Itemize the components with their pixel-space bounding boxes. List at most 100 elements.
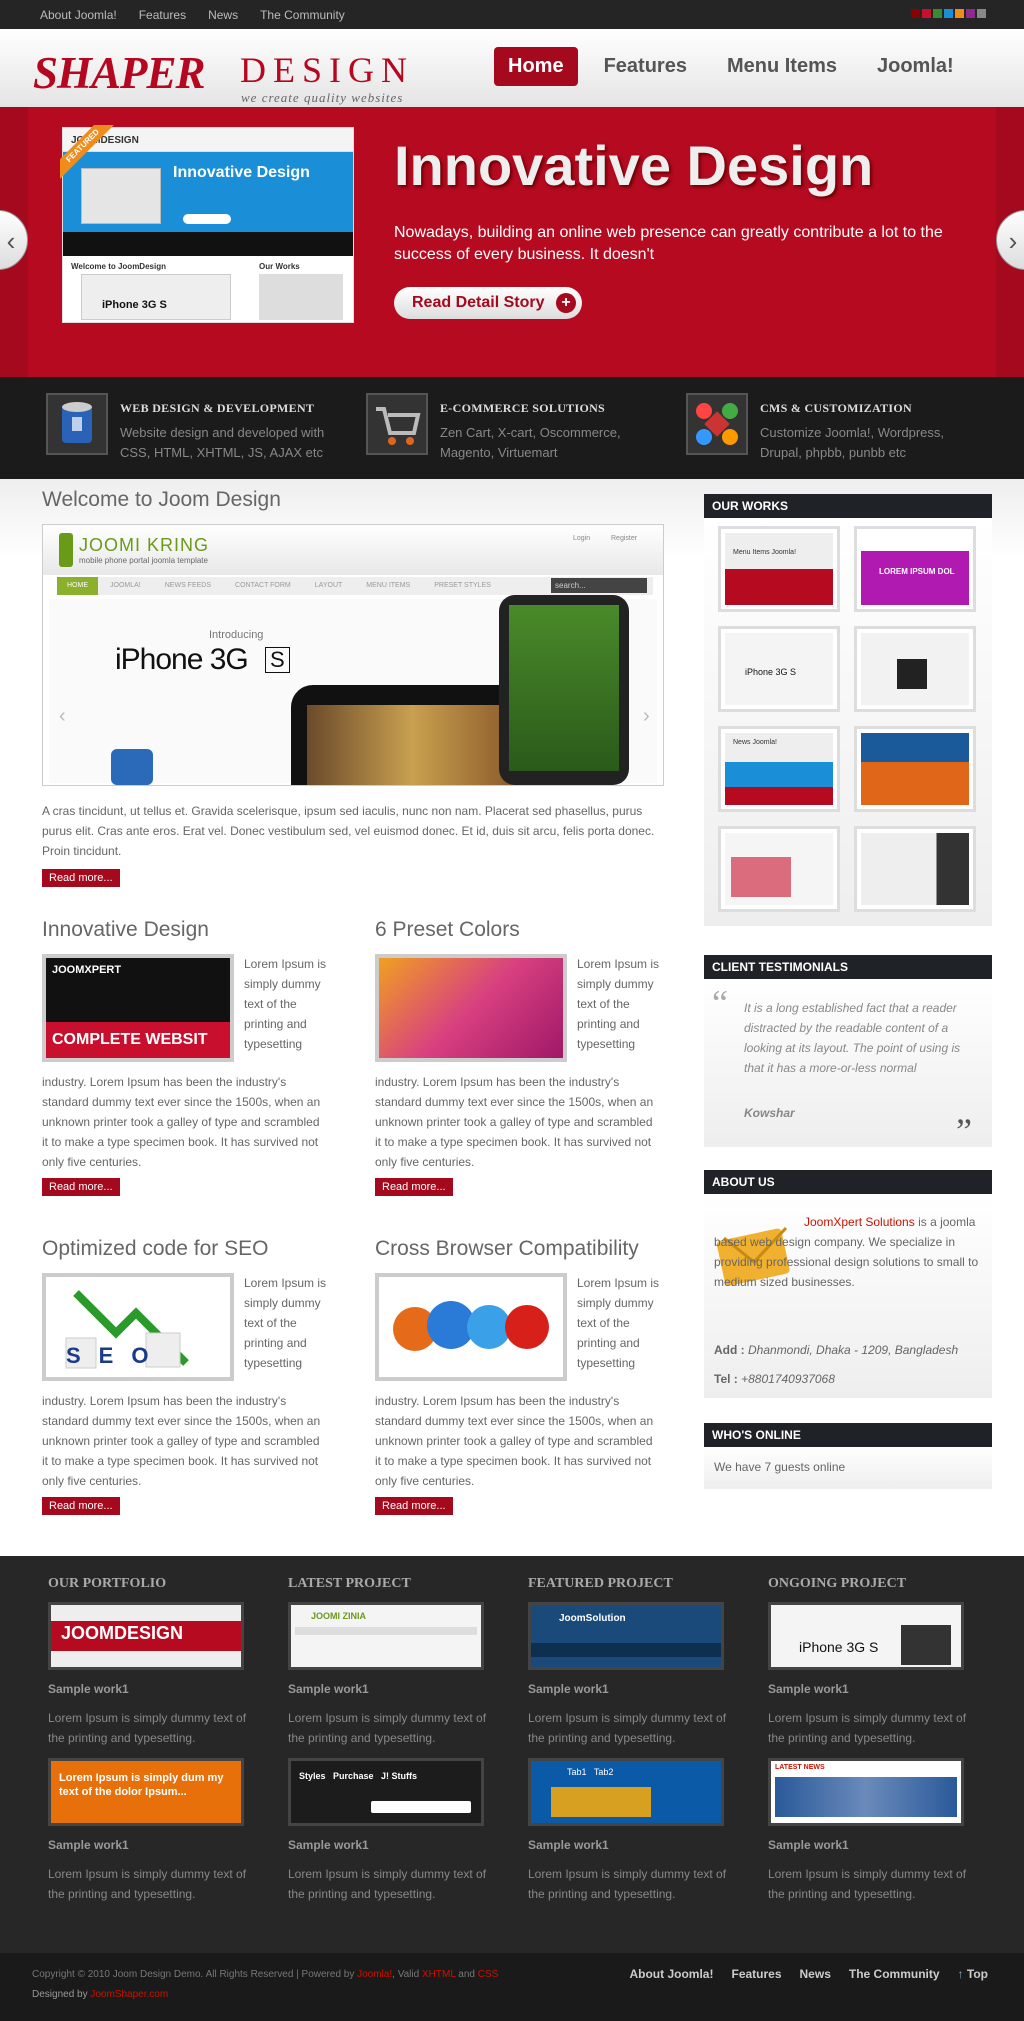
service-cms[interactable]: CMS & CUSTOMIZATION Customize Joomla!, W… — [686, 393, 986, 463]
shot-welcome: Welcome to JoomDesign — [71, 262, 166, 271]
browsers-thumb[interactable] — [375, 1273, 567, 1381]
site-logo[interactable]: SHAPER DESIGN we create quality websites — [33, 47, 423, 105]
footer-link-features[interactable]: Features — [731, 1967, 781, 1981]
footer-thumb[interactable]: iPhone 3G S — [768, 1602, 964, 1670]
footer-item-name[interactable]: Sample work1 — [768, 1838, 849, 1852]
logo-tagline: we create quality websites — [241, 90, 404, 105]
read-detail-button[interactable]: Read Detail Story + — [394, 287, 582, 319]
article-side-text: Lorem Ipsum is simply dummy text of the … — [244, 1276, 327, 1370]
top-link-community[interactable]: The Community — [260, 8, 345, 22]
balloons-thumb[interactable] — [375, 954, 567, 1062]
welcome-title: Welcome to Joom Design — [42, 488, 281, 511]
top-link-news[interactable]: News — [208, 8, 238, 22]
thumb-text: COMPLETE WEBSIT — [46, 1022, 230, 1058]
article-title[interactable]: 6 Preset Colors — [375, 918, 665, 942]
work-thumb-1[interactable]: Menu Items Joomla! — [718, 526, 840, 612]
footer-item-name[interactable]: Sample work1 — [768, 1682, 849, 1696]
hero-title: Innovative Design — [394, 134, 874, 197]
color-swatch-orange[interactable] — [955, 9, 964, 18]
xhtml-link[interactable]: XHTML — [422, 1969, 456, 1980]
nav-menu-items[interactable]: Menu Items — [713, 47, 851, 86]
footer-item-name[interactable]: Sample work1 — [528, 1838, 609, 1852]
nav-joomla[interactable]: Joomla! — [863, 47, 968, 86]
article-body: industry. Lorem Ipsum has been the indus… — [42, 1075, 321, 1169]
work-thumb-8[interactable] — [854, 826, 976, 912]
footer-item-name[interactable]: Sample work1 — [48, 1682, 129, 1696]
readmore-button[interactable]: Read more... — [42, 1178, 120, 1196]
address-label: Add : — [714, 1343, 745, 1357]
about-heading: ABOUT US — [704, 1170, 992, 1194]
footer-thumb-label: LATEST NEWS — [775, 1764, 825, 1771]
footer-item-name[interactable]: Sample work1 — [288, 1682, 369, 1696]
footer-thumb-label: Styles Purchase J! Stuffs — [299, 1771, 418, 1781]
color-swatch-grey[interactable] — [977, 9, 986, 18]
article-thumb[interactable]: JOOMXPERT COMPLETE WEBSIT — [42, 954, 234, 1062]
work-thumb-7[interactable] — [718, 826, 840, 912]
footer-thumb[interactable]: JOOMDESIGN — [48, 1602, 244, 1670]
article-title[interactable]: Optimized code for SEO — [42, 1237, 332, 1261]
work-thumb-5[interactable]: News Joomla! — [718, 726, 840, 812]
footer-links: About Joomla! Features News The Communit… — [629, 1967, 988, 1981]
nav-features[interactable]: Features — [590, 47, 701, 86]
footer-link-community[interactable]: The Community — [849, 1967, 940, 1981]
footer-link-about[interactable]: About Joomla! — [629, 1967, 713, 1981]
shot-nav-item: CONTACT FORM — [235, 582, 291, 589]
service-title: WEB DESIGN & DEVELOPMENT — [120, 401, 315, 415]
work-thumb-6[interactable] — [854, 726, 976, 812]
welcome-screenshot[interactable]: JOOMI KRING mobile phone portal joomla t… — [42, 524, 664, 786]
color-swatch-blue[interactable] — [944, 9, 953, 18]
shot-strip — [63, 232, 353, 256]
footer-thumb-label: JOOMDESIGN — [61, 1623, 184, 1643]
readmore-button[interactable]: Read more... — [42, 1497, 120, 1515]
joomshaper-link[interactable]: JoomShaper.com — [90, 1989, 168, 2000]
article-side-text: Lorem Ipsum is simply dummy text of the … — [244, 957, 327, 1051]
footer-item-name[interactable]: Sample work1 — [288, 1838, 369, 1852]
footer-thumb[interactable]: Styles Purchase J! Stuffs — [288, 1758, 484, 1826]
css-link[interactable]: CSS — [478, 1969, 499, 1980]
footer-thumb[interactable]: Lorem Ipsum is simply dum my text of the… — [48, 1758, 244, 1826]
color-swatch-green[interactable] — [933, 9, 942, 18]
readmore-button[interactable]: Read more... — [42, 869, 120, 887]
footer-item-desc: Lorem Ipsum is simply dummy text of the … — [288, 1867, 487, 1901]
article-title[interactable]: Innovative Design — [42, 918, 332, 942]
seo-thumb[interactable]: SEO — [42, 1273, 234, 1381]
service-title: E-COMMERCE SOLUTIONS — [440, 401, 606, 415]
article-title[interactable]: Cross Browser Compatibility — [375, 1237, 665, 1261]
nav-home[interactable]: Home — [494, 47, 578, 86]
work-thumb-4[interactable] — [854, 626, 976, 712]
back-to-top-link[interactable]: ↑ Top — [958, 1967, 988, 1981]
service-web-design[interactable]: WEB DESIGN & DEVELOPMENT Website design … — [46, 393, 346, 463]
footer-item-name[interactable]: Sample work1 — [528, 1682, 609, 1696]
work-thumb-3[interactable]: iPhone 3G S — [718, 626, 840, 712]
color-swatch-purple[interactable] — [966, 9, 975, 18]
footer-thumb-label: JOOMI ZINIA — [311, 1611, 367, 1621]
footer-item-name[interactable]: Sample work1 — [48, 1838, 129, 1852]
phone-label: Tel : — [714, 1372, 738, 1386]
footer-thumb[interactable]: Tab1 Tab2 — [528, 1758, 724, 1826]
color-swatch-darkred[interactable] — [911, 9, 920, 18]
work-thumb-2[interactable]: LOREM IPSUM DOL — [854, 526, 976, 612]
footer-thumb[interactable]: LATEST NEWS — [768, 1758, 964, 1826]
article-body: industry. Lorem Ipsum has been the indus… — [375, 1075, 654, 1169]
service-ecommerce[interactable]: E-COMMERCE SOLUTIONS Zen Cart, X-cart, O… — [366, 393, 666, 463]
designed-by-text: Designed by — [32, 1989, 88, 2000]
readmore-button[interactable]: Read more... — [375, 1497, 453, 1515]
shot-banner-title: Innovative Design — [173, 164, 310, 181]
about-company-link[interactable]: JoomXpert Solutions — [804, 1215, 915, 1229]
color-swatch-red[interactable] — [922, 9, 931, 18]
facetime-icon — [111, 749, 153, 785]
top-link-about[interactable]: About Joomla! — [40, 8, 117, 22]
shot-introducing: Introducing — [209, 629, 264, 641]
testimonial-author: Kowshar — [744, 1106, 795, 1120]
footer-thumb[interactable]: JoomSolution — [528, 1602, 724, 1670]
shot-nav-item: LAYOUT — [314, 582, 343, 589]
readmore-button[interactable]: Read more... — [375, 1178, 453, 1196]
footer-link-news[interactable]: News — [800, 1967, 831, 1981]
footer-thumb[interactable]: JOOMI ZINIA — [288, 1602, 484, 1670]
work-thumb-label: Menu Items Joomla! — [733, 549, 797, 556]
joomla-link[interactable]: Joomla! — [357, 1969, 392, 1980]
phone-value: +8801740937068 — [741, 1372, 835, 1386]
bottom-bar — [0, 1953, 1024, 2021]
our-works-heading: OUR WORKS — [704, 494, 992, 518]
top-link-features[interactable]: Features — [139, 8, 186, 22]
